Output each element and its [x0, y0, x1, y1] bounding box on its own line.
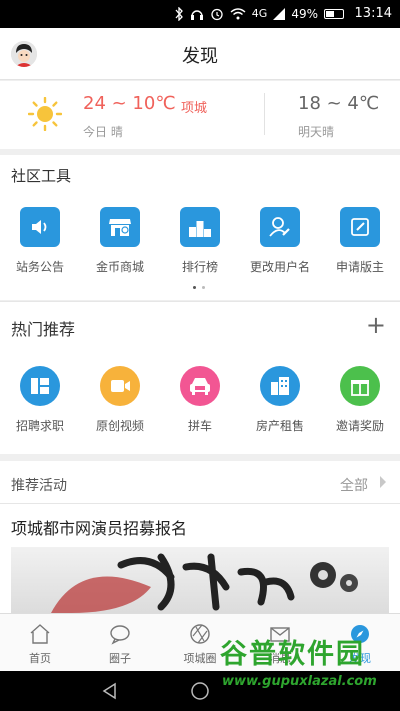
edit-icon: [340, 207, 380, 247]
status-bar: 4G 49% 13:14: [0, 0, 400, 28]
activity-title: 推荐活动: [11, 478, 67, 494]
bluetooth-icon: [175, 7, 183, 21]
sun-icon: [28, 97, 62, 131]
status-time: 13:14: [354, 6, 392, 21]
hot-item-label: 房产租售: [255, 419, 304, 433]
recruit-icon: [20, 366, 60, 406]
building-icon: [260, 366, 300, 406]
tool-label: 更改用户名: [249, 260, 310, 274]
watermark-url: www.gupuxlazal.com: [222, 674, 377, 689]
video-icon: [100, 366, 140, 406]
activity-section: 推荐活动 全部 项城都市网演员招募报名: [0, 461, 400, 613]
hot-item-video[interactable]: 原创视频: [80, 366, 160, 434]
tool-apply-moderator[interactable]: 申请版主: [320, 207, 400, 275]
tab-label: 项城圈: [183, 652, 217, 665]
podium-icon: [180, 207, 220, 247]
chevron-right-icon[interactable]: [378, 474, 388, 490]
weather-divider: [264, 93, 265, 135]
tool-announcements[interactable]: 站务公告: [0, 207, 80, 275]
gift-icon: [340, 366, 380, 406]
battery-icon: [324, 9, 344, 19]
app-header: 发现: [0, 28, 400, 80]
hot-item-label: 原创视频: [95, 419, 144, 433]
chat-icon: [110, 625, 130, 645]
tab-label: 首页: [29, 652, 51, 665]
weather-card[interactable]: 24 ~ 10℃ 项城 今日 晴 18 ~ 4℃ 明天晴: [0, 81, 400, 149]
hot-item-label: 拼车: [187, 419, 212, 433]
status-icons: 4G 49%: [174, 6, 344, 22]
back-icon[interactable]: [100, 681, 120, 701]
community-tools-title: 社区工具: [11, 167, 72, 185]
community-tools-section: 社区工具 站务公告 金币商城 排行榜 更改用户名 申请版主: [0, 155, 400, 300]
car-icon: [180, 366, 220, 406]
hot-item-label: 招聘求职: [15, 419, 64, 433]
activity-headline[interactable]: 项城都市网演员招募报名: [11, 515, 187, 539]
page-dot: [193, 286, 196, 289]
weather-city: 项城: [181, 101, 208, 116]
hot-item-recruit[interactable]: 招聘求职: [0, 366, 80, 434]
tool-coin-shop[interactable]: 金币商城: [80, 207, 160, 275]
hot-recommend-title: 热门推荐: [11, 320, 76, 339]
page-dot: [202, 286, 205, 289]
tomorrow-temperature: 18 ~ 4℃: [298, 93, 380, 114]
tool-change-username[interactable]: 更改用户名: [240, 207, 320, 275]
tool-leaderboard[interactable]: 排行榜: [160, 207, 240, 275]
hot-item-housing[interactable]: 房产租售: [240, 366, 320, 434]
divider: [0, 503, 400, 504]
page-title: 发现: [182, 46, 218, 67]
community-tools-row: 站务公告 金币商城 排行榜 更改用户名 申请版主: [0, 207, 400, 275]
tab-label: 圈子: [109, 652, 131, 665]
signal-icon: [273, 8, 286, 20]
watermark-text: 谷普软件园: [220, 639, 365, 670]
hot-item-invite[interactable]: 邀请奖励: [320, 366, 400, 434]
network-type: 4G: [251, 7, 268, 20]
watermark-logo: 谷普软件园 www.gupuxlazal.com: [220, 632, 398, 692]
camera-aperture-icon: [190, 624, 210, 644]
hot-recommend-section: 热门推荐 + 招聘求职 原创视频 拼车 房产租售 邀请奖励: [0, 301, 400, 454]
tab-home[interactable]: 首页: [0, 614, 80, 671]
hot-item-label: 邀请奖励: [335, 419, 384, 433]
battery-percent: 49%: [291, 7, 318, 21]
today-weather-label: 今日 晴: [83, 125, 123, 139]
user-edit-icon: [260, 207, 300, 247]
shop-icon: [100, 207, 140, 247]
hot-item-carpool[interactable]: 拼车: [160, 366, 240, 434]
all-activities-link[interactable]: 全部: [340, 475, 368, 495]
tomorrow-weather-label: 明天晴: [298, 125, 335, 139]
tab-circle[interactable]: 圈子: [80, 614, 160, 671]
home-button-icon[interactable]: [190, 681, 210, 701]
tool-label: 申请版主: [335, 260, 384, 274]
tool-label: 金币商城: [95, 260, 144, 274]
tool-label: 排行榜: [181, 260, 218, 274]
activity-banner-image[interactable]: [11, 547, 389, 613]
wifi-icon: [230, 8, 246, 20]
alarm-icon: [211, 8, 223, 21]
speaker-icon: [20, 207, 60, 247]
tool-label: 站务公告: [15, 260, 64, 274]
today-temperature: 24 ~ 10℃: [83, 93, 176, 114]
home-icon: [30, 624, 50, 644]
page-indicator: [193, 286, 205, 289]
headphones-icon: [190, 10, 203, 20]
add-button[interactable]: +: [366, 311, 386, 339]
hot-recommend-row: 招聘求职 原创视频 拼车 房产租售 邀请奖励: [0, 366, 400, 434]
